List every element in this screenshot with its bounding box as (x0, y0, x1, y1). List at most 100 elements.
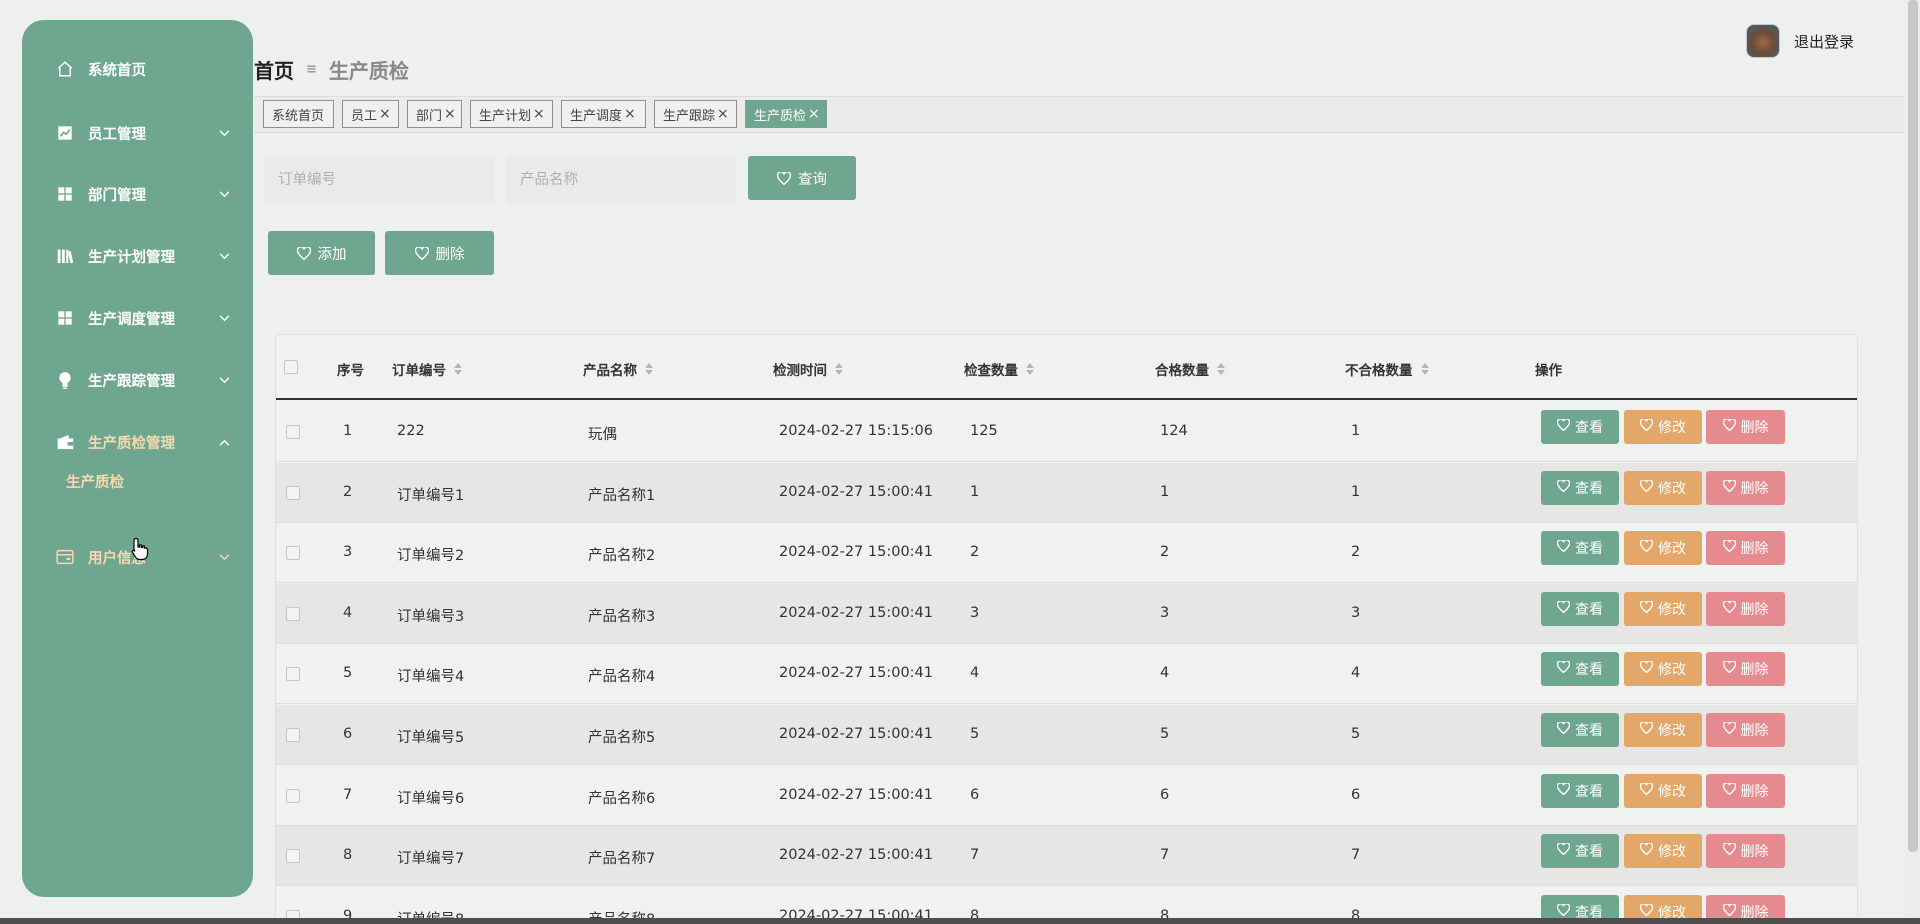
edit-button[interactable]: 修改 (1624, 773, 1702, 808)
product-name-input[interactable] (506, 156, 736, 204)
view-button[interactable]: 查看 (1541, 470, 1619, 505)
row-checkbox[interactable] (286, 425, 300, 439)
breadcrumb-home[interactable]: 首页 (254, 55, 294, 84)
row-checkbox[interactable] (286, 788, 300, 803)
sort-icon[interactable] (1420, 363, 1429, 375)
query-button-label: 查询 (798, 171, 827, 188)
view-button[interactable]: 查看 (1541, 834, 1619, 869)
row-delete-button[interactable]: 删除 (1706, 834, 1785, 869)
data-table: 序号 订单编号 产品名称 检测时间 检查数量 合格数量 不合格数量 操作 1 222 玩偶 2024… (275, 334, 1858, 924)
sidebar-item-label: 员工管理 (88, 126, 146, 143)
column-header-label: 检查数量 (964, 363, 1018, 379)
edit-button[interactable]: 修改 (1624, 531, 1702, 566)
sidebar-item-production-tracking[interactable]: 生产跟踪管理 (22, 360, 253, 400)
close-icon[interactable]: × (379, 106, 391, 122)
column-header-order-number[interactable]: 订单编号 (392, 359, 462, 379)
vertical-scrollbar[interactable] (1906, 0, 1920, 924)
row-checkbox[interactable] (286, 485, 300, 500)
row-checkbox[interactable] (286, 667, 300, 682)
avatar[interactable] (1746, 24, 1780, 58)
cell-inspection-time: 2024-02-27 15:00:41 (779, 604, 933, 621)
tab-production-tracking[interactable]: 生产跟踪 × (654, 100, 737, 128)
close-icon[interactable]: × (717, 106, 729, 122)
sidebar-item-production-plan[interactable]: 生产计划管理 (22, 236, 253, 276)
row-delete-button[interactable]: 删除 (1706, 652, 1785, 687)
table-row: 4 订单编号3 产品名称3 2024-02-27 15:00:41 3 3 3 查看 修改 删除 (276, 583, 1857, 644)
edit-button[interactable]: 修改 (1624, 713, 1702, 747)
delete-button[interactable]: 删除 (385, 231, 494, 275)
column-header-inspect-quantity[interactable]: 检查数量 (964, 359, 1034, 379)
cell-inspect-quantity: 4 (970, 665, 980, 682)
cell-unqualified-quantity: 6 (1351, 786, 1361, 803)
edit-button[interactable]: 修改 (1624, 410, 1702, 444)
view-button-label: 查看 (1575, 420, 1603, 436)
close-icon[interactable]: × (808, 106, 820, 122)
view-button[interactable]: 查看 (1541, 591, 1619, 626)
row-checkbox[interactable] (286, 728, 300, 742)
row-checkbox[interactable] (286, 546, 300, 561)
sort-icon[interactable] (1217, 363, 1225, 375)
tab-label: 生产调度 (570, 108, 623, 124)
tab-production-schedule[interactable]: 生产调度 × (561, 100, 646, 128)
edit-button[interactable]: 修改 (1624, 470, 1702, 505)
table-row: 8 订单编号7 产品名称7 2024-02-27 15:00:41 7 7 7 查看 修改 删除 (276, 826, 1857, 887)
sort-icon[interactable] (1026, 363, 1034, 375)
heart-icon (1639, 539, 1658, 556)
add-button[interactable]: 添加 (268, 231, 375, 275)
row-delete-button[interactable]: 删除 (1706, 470, 1785, 505)
row-delete-button[interactable]: 删除 (1706, 410, 1785, 444)
order-number-input[interactable] (264, 156, 495, 204)
edit-button[interactable]: 修改 (1624, 652, 1702, 687)
sort-icon[interactable] (454, 363, 462, 375)
sidebar-item-staff[interactable]: 员工管理 (22, 113, 253, 153)
column-header-qualified-quantity[interactable]: 合格数量 (1155, 359, 1225, 379)
tab-quality-inspection[interactable]: 生产质检 × (745, 100, 827, 128)
cell-qualified-quantity: 124 (1160, 423, 1188, 439)
sidebar-item-production-schedule[interactable]: 生产调度管理 (22, 298, 253, 338)
scrollbar-thumb[interactable] (1908, 0, 1918, 852)
chevron-down-icon (218, 250, 230, 262)
row-delete-button[interactable]: 删除 (1706, 713, 1785, 747)
view-button[interactable]: 查看 (1541, 531, 1619, 566)
sidebar-item-quality-inspection[interactable]: 生产质检管理 (22, 422, 253, 462)
column-header-inspection-time[interactable]: 检测时间 (773, 359, 843, 379)
tab-staff[interactable]: 员工 × (342, 100, 399, 128)
select-all-checkbox[interactable] (284, 360, 298, 374)
row-delete-button[interactable]: 删除 (1706, 531, 1785, 566)
tab-home[interactable]: 系统首页 (263, 100, 334, 128)
view-button[interactable]: 查看 (1541, 652, 1619, 687)
view-button[interactable]: 查看 (1541, 773, 1619, 808)
row-checkbox[interactable] (286, 606, 300, 621)
column-header-unqualified-quantity[interactable]: 不合格数量 (1345, 359, 1429, 379)
row-delete-button[interactable]: 删除 (1706, 591, 1785, 626)
sidebar-item-home[interactable]: 系统首页 (22, 49, 253, 89)
tab-label: 生产跟踪 (663, 108, 716, 124)
sidebar-item-label: 部门管理 (88, 187, 146, 204)
view-button[interactable]: 查看 (1541, 410, 1619, 444)
tab-department[interactable]: 部门 × (407, 100, 462, 128)
cell-product-name: 产品名称7 (588, 851, 656, 868)
grid-icon (56, 309, 74, 327)
row-delete-button[interactable]: 删除 (1706, 773, 1785, 808)
cell-order-number: 订单编号2 (397, 548, 465, 565)
close-icon[interactable]: × (444, 106, 456, 122)
logout-button[interactable]: 退出登录 (1794, 31, 1854, 52)
edit-button[interactable]: 修改 (1624, 834, 1702, 869)
close-icon[interactable]: × (624, 106, 636, 122)
sidebar-subitem-quality-inspection[interactable]: 生产质检 (66, 471, 124, 492)
cell-unqualified-quantity: 4 (1351, 665, 1361, 682)
tab-label: 生产计划 (479, 108, 532, 124)
cell-unqualified-quantity: 1 (1351, 423, 1361, 439)
view-button[interactable]: 查看 (1541, 713, 1619, 747)
cell-inspect-quantity: 5 (970, 726, 980, 742)
close-icon[interactable]: × (533, 106, 545, 122)
sort-icon[interactable] (645, 363, 653, 375)
row-checkbox[interactable] (286, 849, 300, 864)
query-button[interactable]: 查询 (748, 156, 856, 200)
sort-icon[interactable] (835, 363, 843, 375)
column-header-product-name[interactable]: 产品名称 (583, 359, 653, 379)
tab-production-plan[interactable]: 生产计划 × (470, 100, 553, 128)
sidebar-item-department[interactable]: 部门管理 (22, 174, 253, 214)
edit-button[interactable]: 修改 (1624, 591, 1702, 626)
cell-inspection-time: 2024-02-27 15:00:41 (779, 847, 933, 864)
